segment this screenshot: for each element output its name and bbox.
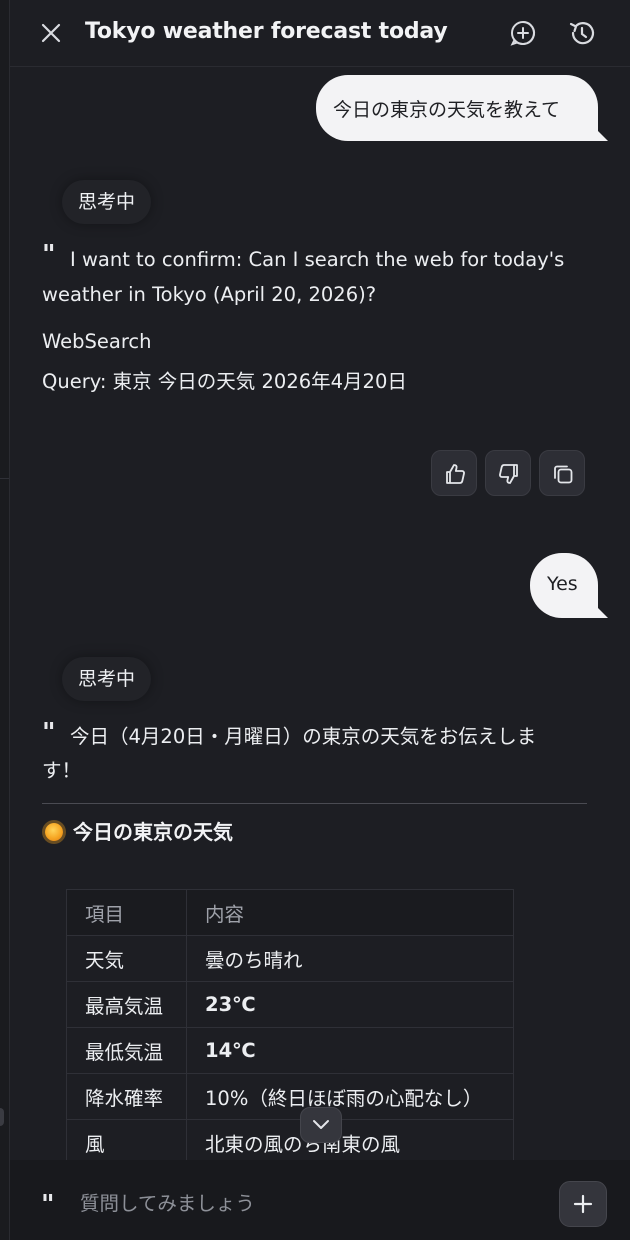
thumbs-up-button[interactable] [431,450,477,496]
chat-input[interactable] [78,1184,542,1222]
history-icon[interactable] [567,18,597,48]
thinking-indicator[interactable]: 思考中 [62,180,152,224]
composer: " [10,1160,630,1240]
weather-table: 項目 内容 天気 曇のち晴れ 最高気温 23℃ 最低気温 14℃ 降水確率 10… [66,889,514,1166]
table-row: 風 北東の風のち南東の風 [66,1119,514,1166]
tool-query: Query: 東京 今日の天気 2026年4月20日 [42,370,407,393]
new-chat-icon[interactable] [508,18,538,48]
table-cell: 風 [66,1119,187,1166]
assistant-message-line: I want to confirm: Can I search the web … [70,248,565,271]
sun-icon [45,823,63,841]
panel-divider [0,478,9,479]
thumbs-up-icon [446,464,465,484]
assistant-message-line: weather in Tokyo (April 20, 2026)? [42,283,377,306]
plus-icon [573,1194,593,1214]
section-heading: 今日の東京の天気 [45,816,233,845]
table-cell: 降水確率 [66,1073,187,1120]
copy-button[interactable] [539,450,585,496]
bubble-tail [588,598,608,618]
assistant-message-line: す！ [42,759,82,782]
user-message: 今日の東京の天気を教えて [316,75,608,141]
table-row: 天気 曇のち晴れ [66,935,514,982]
quote-mark-icon: " [42,240,58,270]
thumbs-down-button[interactable] [485,450,531,496]
table-row: 最高気温 23℃ [66,981,514,1028]
tool-name: WebSearch [42,330,152,353]
scroll-down-button[interactable] [300,1107,342,1143]
table-cell: 最高気温 [66,981,187,1028]
thinking-indicator[interactable]: 思考中 [62,657,152,701]
bubble-tail [588,121,608,141]
table-header-cell: 内容 [186,889,514,936]
panel-resize-handle[interactable] [0,1108,4,1126]
user-message-text: 今日の東京の天気を教えて [333,99,561,121]
quote-mark-icon: " [41,1190,57,1220]
table-cell: 最低気温 [66,1027,187,1074]
chat-header: Tokyo weather forecast today [10,0,630,67]
quote-mark-icon: " [42,718,58,748]
user-message: Yes [530,553,608,618]
chat-title: Tokyo weather forecast today [85,19,448,44]
table-cell: 曇のち晴れ [186,935,514,982]
table-header-cell: 項目 [66,889,187,936]
thumbs-down-icon [499,464,518,484]
section-heading-text: 今日の東京の天気 [73,820,233,844]
table-cell: 14℃ [186,1027,514,1074]
table-row: 最低気温 14℃ [66,1027,514,1074]
assistant-message-line: 今日（4月20日・月曜日）の東京の天気をお伝えしま [70,725,537,748]
add-button[interactable] [559,1181,607,1227]
user-message-text: Yes [547,573,578,595]
chevron-down-icon [313,1120,329,1129]
close-icon[interactable] [38,20,64,46]
table-cell: 10%（終日ほぼ雨の心配なし） [186,1073,514,1120]
table-row: 降水確率 10%（終日ほぼ雨の心配なし） [66,1073,514,1120]
copy-icon [554,465,573,484]
left-panel-edge [0,0,10,1240]
divider [42,803,587,804]
table-cell: 23℃ [186,981,514,1028]
table-cell: 天気 [66,935,187,982]
table-header-row: 項目 内容 [66,889,514,936]
table-cell: 北東の風のち南東の風 [186,1119,514,1166]
